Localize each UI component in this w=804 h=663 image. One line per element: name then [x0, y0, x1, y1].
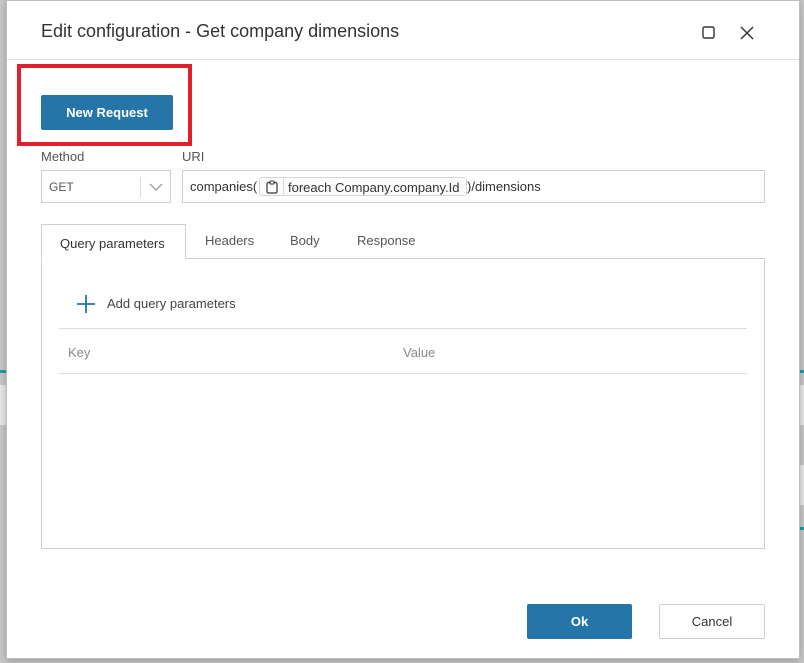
token-separator	[283, 179, 284, 194]
tab-label: Body	[290, 233, 320, 248]
tab-response[interactable]: Response	[346, 224, 436, 259]
tab-body[interactable]: Body	[279, 224, 329, 259]
maximize-button[interactable]	[699, 23, 719, 43]
uri-token-text: foreach Company.company.Id	[288, 180, 460, 195]
query-parameters-panel: Add query parameters Key Value	[41, 258, 765, 549]
table-divider	[59, 328, 747, 329]
uri-variable-token[interactable]: foreach Company.company.Id	[259, 177, 467, 196]
close-icon	[740, 26, 754, 40]
tab-label: Response	[357, 233, 416, 248]
column-header-key: Key	[68, 345, 91, 360]
plus-icon	[77, 295, 95, 313]
uri-input[interactable]: companies( foreach Company.company.Id )/…	[182, 170, 765, 203]
maximize-icon	[702, 26, 715, 39]
method-value: GET	[49, 180, 74, 194]
tab-label: Headers	[205, 233, 255, 248]
add-query-parameters-label: Add query parameters	[107, 296, 236, 311]
method-select[interactable]: GET	[41, 170, 171, 203]
tab-label: Query parameters	[60, 236, 165, 251]
tab-query-parameters[interactable]: Query parameters	[41, 224, 186, 259]
dialog-title: Edit configuration - Get company dimensi…	[41, 21, 400, 41]
column-header-value: Value	[403, 345, 436, 360]
table-header-divider	[59, 373, 747, 374]
uri-suffix-text: )/dimensions	[467, 179, 541, 194]
edit-configuration-dialog: Edit configuration - Get company dimensi…	[6, 0, 800, 659]
chevron-down-icon	[149, 183, 163, 191]
cancel-button[interactable]: Cancel	[659, 604, 765, 639]
request-tabs: Query parameters Headers Body Response	[41, 224, 765, 259]
close-button[interactable]	[737, 23, 757, 43]
clipboard-icon	[266, 180, 278, 194]
ok-button[interactable]: Ok	[527, 604, 632, 639]
select-divider	[140, 177, 141, 197]
annotation-highlight-box	[17, 64, 192, 146]
method-label: Method	[41, 149, 85, 164]
dialog-title-bar: Edit configuration - Get company dimensi…	[7, 1, 799, 60]
tab-headers[interactable]: Headers	[191, 224, 261, 259]
uri-label: URI	[182, 149, 205, 164]
uri-prefix-text: companies(	[190, 179, 258, 194]
